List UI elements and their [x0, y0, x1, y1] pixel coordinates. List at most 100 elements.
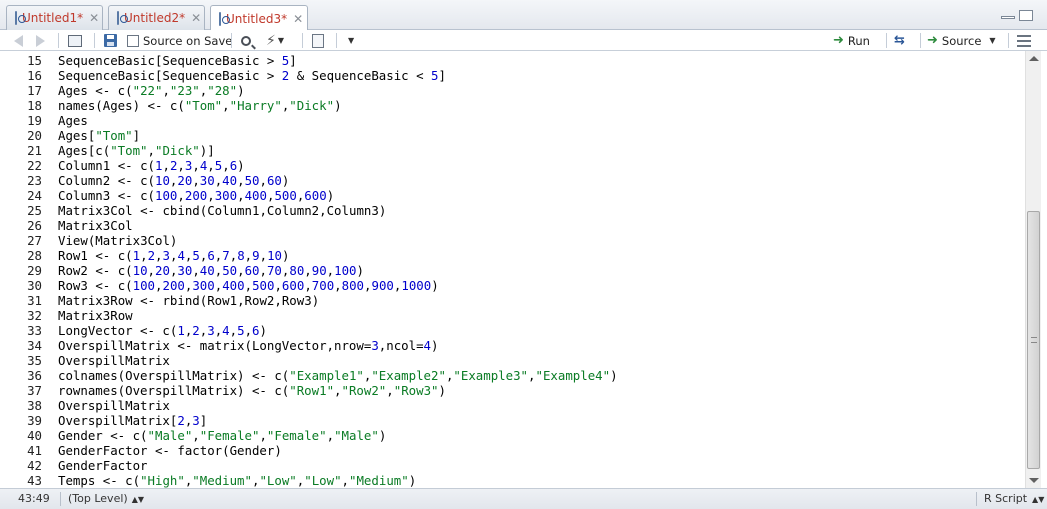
source-label: Source — [941, 33, 982, 48]
show-in-window-button[interactable] — [68, 32, 82, 49]
source-button[interactable]: ➜ Source ▼ — [927, 32, 996, 49]
code-text: OverspillMatrix — [58, 398, 170, 413]
code-line[interactable]: 37 rownames(OverspillMatrix) <- c("Row1",… — [0, 383, 1020, 398]
code-line[interactable]: 19 Ages — [0, 113, 1020, 128]
code-line[interactable]: 26 Matrix3Col — [0, 218, 1020, 233]
code-line[interactable]: 17 Ages <- c("22","23","28") — [0, 83, 1020, 98]
line-number: 41 — [27, 443, 42, 458]
file-type-selector[interactable]: R Script ▲▼ — [984, 492, 1044, 505]
code-line[interactable]: 22 Column1 <- c(1,2,3,4,5,6) — [0, 158, 1020, 173]
code-text: Column2 <- c(10,20,30,40,50,60) — [58, 173, 290, 188]
source-on-save-label: Source on Save — [143, 33, 233, 48]
r-file-icon — [117, 11, 128, 25]
save-button[interactable] — [104, 32, 117, 49]
code-line[interactable]: 36 colnames(OverspillMatrix) <- c("Exampl… — [0, 368, 1020, 383]
code-text: SequenceBasic[SequenceBasic > 2 & Sequen… — [58, 68, 446, 83]
code-text: Ages — [58, 113, 88, 128]
code-text: OverspillMatrix <- matrix(LongVector,nro… — [58, 338, 439, 353]
line-number: 25 — [27, 203, 42, 218]
code-text: Row1 <- c(1,2,3,4,5,6,7,8,9,10) — [58, 248, 290, 263]
forward-button[interactable] — [36, 32, 45, 49]
code-text: Column3 <- c(100,200,300,400,500,600) — [58, 188, 335, 203]
scrollbar-thumb[interactable] — [1027, 211, 1040, 469]
line-number: 38 — [27, 398, 42, 413]
chevron-down-icon[interactable]: ▼ — [989, 36, 995, 45]
line-number: 26 — [27, 218, 42, 233]
code-text: Row3 <- c(100,200,300,400,500,600,700,80… — [58, 278, 439, 293]
code-text: OverspillMatrix — [58, 353, 170, 368]
source-arrow-icon: ➜ — [927, 33, 938, 48]
line-number: 40 — [27, 428, 42, 443]
code-tools-button[interactable]: ⚡ ▼ — [266, 32, 284, 49]
window-icon — [68, 34, 82, 47]
code-line[interactable]: 31 Matrix3Row <- rbind(Row1,Row2,Row3) — [0, 293, 1020, 308]
code-line[interactable]: 41 GenderFactor <- factor(Gender) — [0, 443, 1020, 458]
more-options-button[interactable]: ▼ — [346, 32, 354, 49]
code-line[interactable]: 15 SequenceBasic[SequenceBasic > 5] — [0, 53, 1020, 68]
tab-untitled2[interactable]: Untitled2* ✕ — [108, 5, 205, 30]
source-on-save-checkbox[interactable]: Source on Save — [127, 32, 232, 49]
code-text: Matrix3Col — [58, 218, 133, 233]
scroll-up-icon[interactable] — [1029, 56, 1039, 61]
code-line[interactable]: 42 GenderFactor — [0, 458, 1020, 473]
code-text: Column1 <- c(1,2,3,4,5,6) — [58, 158, 245, 173]
rerun-icon: ⇆ — [894, 33, 905, 48]
run-button[interactable]: ➜ Run — [833, 32, 870, 49]
line-number: 33 — [27, 323, 42, 338]
save-icon — [104, 34, 117, 47]
magic-wand-icon: ⚡ — [266, 32, 276, 49]
code-line[interactable]: 21 Ages[c("Tom","Dick")] — [0, 143, 1020, 158]
code-line[interactable]: 38 OverspillMatrix — [0, 398, 1020, 413]
code-line[interactable]: 16 SequenceBasic[SequenceBasic > 2 & Sequ… — [0, 68, 1020, 83]
file-type-label: R Script — [984, 492, 1028, 505]
line-number: 35 — [27, 353, 42, 368]
code-line[interactable]: 27 View(Matrix3Col) — [0, 233, 1020, 248]
line-number: 43 — [27, 473, 42, 488]
code-line[interactable]: 25 Matrix3Col <- cbind(Column1,Column2,Co… — [0, 203, 1020, 218]
close-icon[interactable]: ✕ — [293, 12, 303, 26]
tab-untitled1[interactable]: Untitled1* ✕ — [6, 5, 103, 30]
code-line[interactable]: 28 Row1 <- c(1,2,3,4,5,6,7,8,9,10) — [0, 248, 1020, 263]
code-line[interactable]: 18 names(Ages) <- c("Tom","Harry","Dick") — [0, 98, 1020, 113]
code-text: Matrix3Row <- rbind(Row1,Row2,Row3) — [58, 293, 320, 308]
code-line[interactable]: 43 Temps <- c("High","Medium","Low","Low"… — [0, 473, 1020, 488]
chevron-down-icon: ▼ — [277, 36, 284, 45]
scroll-down-icon[interactable] — [1029, 478, 1039, 483]
compile-notebook-button[interactable] — [312, 32, 324, 49]
document-outline-button[interactable] — [1017, 32, 1031, 49]
tab-untitled3[interactable]: Untitled3* ✕ — [210, 5, 308, 31]
tab-label: Untitled3* — [226, 11, 288, 26]
scope-selector[interactable]: (Top Level) ▲▼ — [68, 492, 144, 505]
code-line[interactable]: 20 Ages["Tom"] — [0, 128, 1020, 143]
code-line[interactable]: 33 LongVector <- c(1,2,3,4,5,6) — [0, 323, 1020, 338]
back-button[interactable] — [14, 32, 23, 49]
code-line[interactable]: 32 Matrix3Row — [0, 308, 1020, 323]
notebook-icon — [312, 33, 324, 48]
code-line[interactable]: 35 OverspillMatrix — [0, 353, 1020, 368]
close-icon[interactable]: ✕ — [191, 11, 201, 25]
vertical-scrollbar[interactable] — [1025, 51, 1041, 488]
line-number: 15 — [27, 53, 42, 68]
chevron-down-icon: ▲▼ — [1032, 495, 1045, 504]
code-line[interactable]: 24 Column3 <- c(100,200,300,400,500,600) — [0, 188, 1020, 203]
find-button[interactable] — [241, 32, 251, 49]
code-text: Temps <- c("High","Medium","Low","Low","… — [58, 473, 417, 488]
code-line[interactable]: 39 OverspillMatrix[2,3] — [0, 413, 1020, 428]
tab-label: Untitled2* — [124, 11, 186, 25]
code-text: GenderFactor — [58, 458, 148, 473]
minimize-pane-icon[interactable] — [1001, 16, 1015, 19]
code-line[interactable]: 30 Row3 <- c(100,200,300,400,500,600,700,… — [0, 278, 1020, 293]
code-line[interactable]: 29 Row2 <- c(10,20,30,40,50,60,70,80,90,1… — [0, 263, 1020, 278]
code-line[interactable]: 40 Gender <- c("Male","Female","Female","… — [0, 428, 1020, 443]
line-number: 28 — [27, 248, 42, 263]
maximize-pane-icon[interactable] — [1019, 10, 1033, 21]
code-line[interactable]: 34 OverspillMatrix <- matrix(LongVector,n… — [0, 338, 1020, 353]
code-line[interactable]: 23 Column2 <- c(10,20,30,40,50,60) — [0, 173, 1020, 188]
rerun-button[interactable]: ⇆ — [894, 32, 909, 49]
code-editor[interactable]: 15 SequenceBasic[SequenceBasic > 5] 16 Sequ… — [0, 51, 1025, 488]
code-text: Ages[c("Tom","Dick")] — [58, 143, 215, 158]
code-text: View(Matrix3Col) — [58, 233, 178, 248]
outline-icon — [1017, 34, 1031, 47]
arrow-left-icon — [14, 34, 23, 47]
close-icon[interactable]: ✕ — [89, 11, 99, 25]
